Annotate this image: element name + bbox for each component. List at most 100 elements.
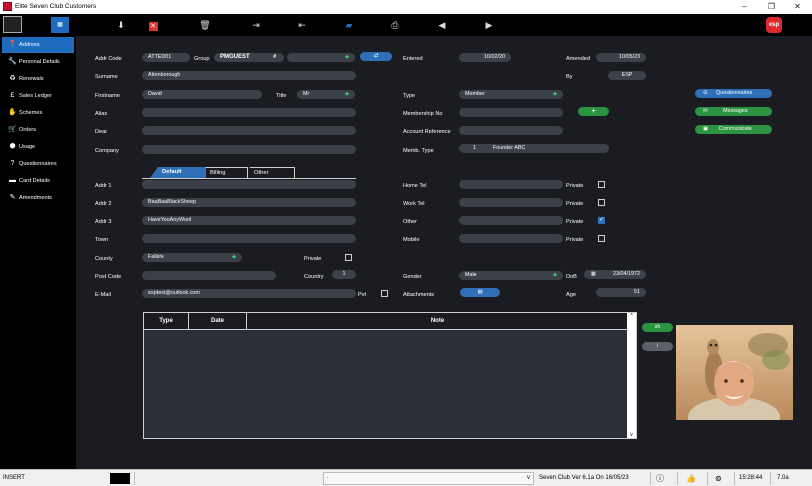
group-lookup-button[interactable]: ⇄ — [360, 52, 392, 61]
sidebar-item-card-details[interactable]: ▬ Card Details — [2, 173, 74, 189]
notes-scrollbar[interactable]: ^ v — [627, 313, 636, 438]
surname-field[interactable]: Attenborough — [142, 71, 356, 80]
tab-divider — [142, 178, 356, 179]
group-select[interactable]: ◆ — [287, 53, 355, 62]
mobile-field[interactable] — [459, 234, 563, 243]
mobile-private-checkbox[interactable] — [598, 235, 605, 242]
county-value: Falkirk — [148, 254, 164, 260]
work-tel-private-checkbox[interactable] — [598, 199, 605, 206]
add-membership-button[interactable]: + — [578, 107, 609, 116]
sidebar-item-personal-details[interactable]: 🔧 Personal Details — [2, 54, 74, 70]
sidebar-item-usage[interactable]: ⬢ Usage — [2, 139, 74, 155]
membership-no-field[interactable] — [459, 108, 563, 117]
delete-icon[interactable]: ✕ — [145, 17, 161, 33]
grid-icon[interactable]: ▦ — [51, 17, 69, 33]
maximize-button[interactable]: ❐ — [758, 0, 785, 14]
questionnaires-button[interactable]: ⊘ Questionnaires — [695, 89, 772, 98]
company-field[interactable] — [142, 145, 356, 154]
memb-type-field[interactable]: 1 Founder ABC — [459, 144, 609, 153]
type-select[interactable]: Member ◆ — [459, 90, 563, 99]
sidebar-item-address[interactable]: 📍 Address — [2, 37, 74, 53]
next-icon[interactable]: ▶ — [481, 17, 497, 33]
post-code-field[interactable] — [142, 271, 276, 280]
alias-field[interactable] — [142, 108, 356, 117]
info-button[interactable]: i — [642, 342, 673, 351]
filter-icon[interactable]: ⬇ — [113, 17, 129, 33]
status-dropdown[interactable]: . v — [323, 472, 534, 485]
close-button[interactable]: ✕ — [784, 0, 811, 14]
by-field[interactable]: ESP — [608, 71, 646, 80]
communicate-button[interactable]: ▣ Communicate — [695, 125, 772, 134]
settings-icon[interactable]: ⊚ — [715, 470, 722, 486]
tab-billing[interactable]: Billing — [200, 167, 248, 178]
screen-icon[interactable] — [3, 16, 22, 33]
thumbs-up-icon[interactable]: 👍 — [686, 470, 696, 486]
county-select[interactable]: Falkirk ◆ — [142, 253, 242, 262]
esp-logo[interactable]: esp — [766, 17, 782, 33]
help-icon[interactable]: ⓘ — [656, 470, 664, 486]
column-type[interactable]: Type — [144, 313, 189, 330]
sidebar-item-schemes[interactable]: ✋ Schemes — [2, 105, 74, 121]
calendar-icon[interactable]: ▦ — [591, 270, 596, 279]
scroll-up-icon[interactable]: ^ — [627, 313, 636, 319]
title-select[interactable]: Mr ◆ — [297, 90, 355, 99]
amended-field[interactable]: 10/05/23 — [596, 53, 646, 62]
other-tel-private-checkbox[interactable] — [598, 216, 605, 224]
messages-button[interactable]: ✉ Messages — [695, 107, 772, 116]
bookmark-icon[interactable]: ▰ — [341, 17, 357, 33]
home-tel-field[interactable] — [459, 180, 563, 189]
sidebar-item-amendments[interactable]: ✎ Amendments — [2, 190, 74, 206]
usage-icon: ⬢ — [9, 143, 16, 150]
export-icon[interactable]: ⇥ — [248, 17, 264, 33]
title-label: Title — [276, 93, 287, 99]
firstname-field[interactable]: David — [142, 90, 262, 99]
column-note[interactable]: Note — [247, 313, 628, 330]
sidebar-item-orders[interactable]: 🛒 Orders — [2, 122, 74, 138]
gender-select[interactable]: Male ◆ — [459, 271, 563, 280]
addr1-field[interactable] — [142, 180, 356, 189]
version-text: Seven Club Ver 6.1a On 16/05/23 — [539, 475, 629, 481]
work-tel-field[interactable] — [459, 198, 563, 207]
minimize-button[interactable]: – — [731, 0, 758, 14]
age-field[interactable]: 51 — [596, 288, 646, 297]
column-date[interactable]: Date — [189, 313, 247, 330]
account-reference-field[interactable] — [459, 126, 563, 135]
type-value: Member — [465, 91, 485, 97]
account-reference-label: Account Reference — [403, 129, 451, 135]
email-field[interactable]: esptest@outlook.com — [142, 289, 356, 298]
by-label: By — [566, 74, 573, 80]
email-private-checkbox[interactable] — [381, 290, 388, 297]
previous-icon[interactable]: ◀ — [434, 17, 450, 33]
addr-code-field[interactable]: ATTED01 — [142, 53, 190, 62]
trash-icon[interactable]: 🗑 — [197, 17, 213, 33]
import-icon[interactable]: ⇤ — [294, 17, 310, 33]
group-field[interactable]: PMGUEST # — [214, 53, 284, 62]
app-icon — [3, 2, 12, 11]
addr3-field[interactable]: HaveYouAnyWool — [142, 216, 356, 225]
print-icon[interactable]: ⎙ — [387, 17, 403, 33]
sidebar-item-sales-ledger[interactable]: £ Sales Ledger — [2, 88, 74, 104]
sidebar-item-questionnaires[interactable]: ? Questionnaires — [2, 156, 74, 172]
town-field[interactable] — [142, 234, 356, 243]
color-swatch — [110, 473, 130, 484]
home-tel-private-checkbox[interactable] — [598, 181, 605, 188]
sidebar-item-label: Usage — [19, 144, 36, 150]
attachments-button[interactable]: ▤ — [460, 288, 500, 297]
sidebar-item-renewals[interactable]: ♻ Renewals — [2, 71, 74, 87]
card-icon: ▬ — [9, 177, 16, 184]
tab-other[interactable]: Other — [244, 167, 295, 178]
other-tel-field[interactable] — [459, 216, 563, 225]
notes-table[interactable]: Type Date Note ^ v — [143, 312, 637, 439]
addr2-field[interactable]: BaaBaaBlackSheep — [142, 198, 356, 207]
country-field[interactable]: 1 — [332, 270, 356, 279]
customer-photo[interactable] — [676, 325, 793, 420]
entered-field[interactable]: 10/02/20 — [459, 53, 511, 62]
dob-field[interactable]: ▦ 23/04/1972 — [584, 270, 646, 279]
addr-code-label: Addr Code — [95, 56, 122, 62]
pvt-label: Pvt — [358, 292, 367, 298]
sms-button[interactable]: sh — [642, 323, 673, 332]
tab-default[interactable]: Default — [150, 167, 206, 178]
scroll-down-icon[interactable]: v — [627, 432, 636, 438]
dear-field[interactable] — [142, 126, 356, 135]
county-private-checkbox[interactable] — [345, 254, 352, 261]
